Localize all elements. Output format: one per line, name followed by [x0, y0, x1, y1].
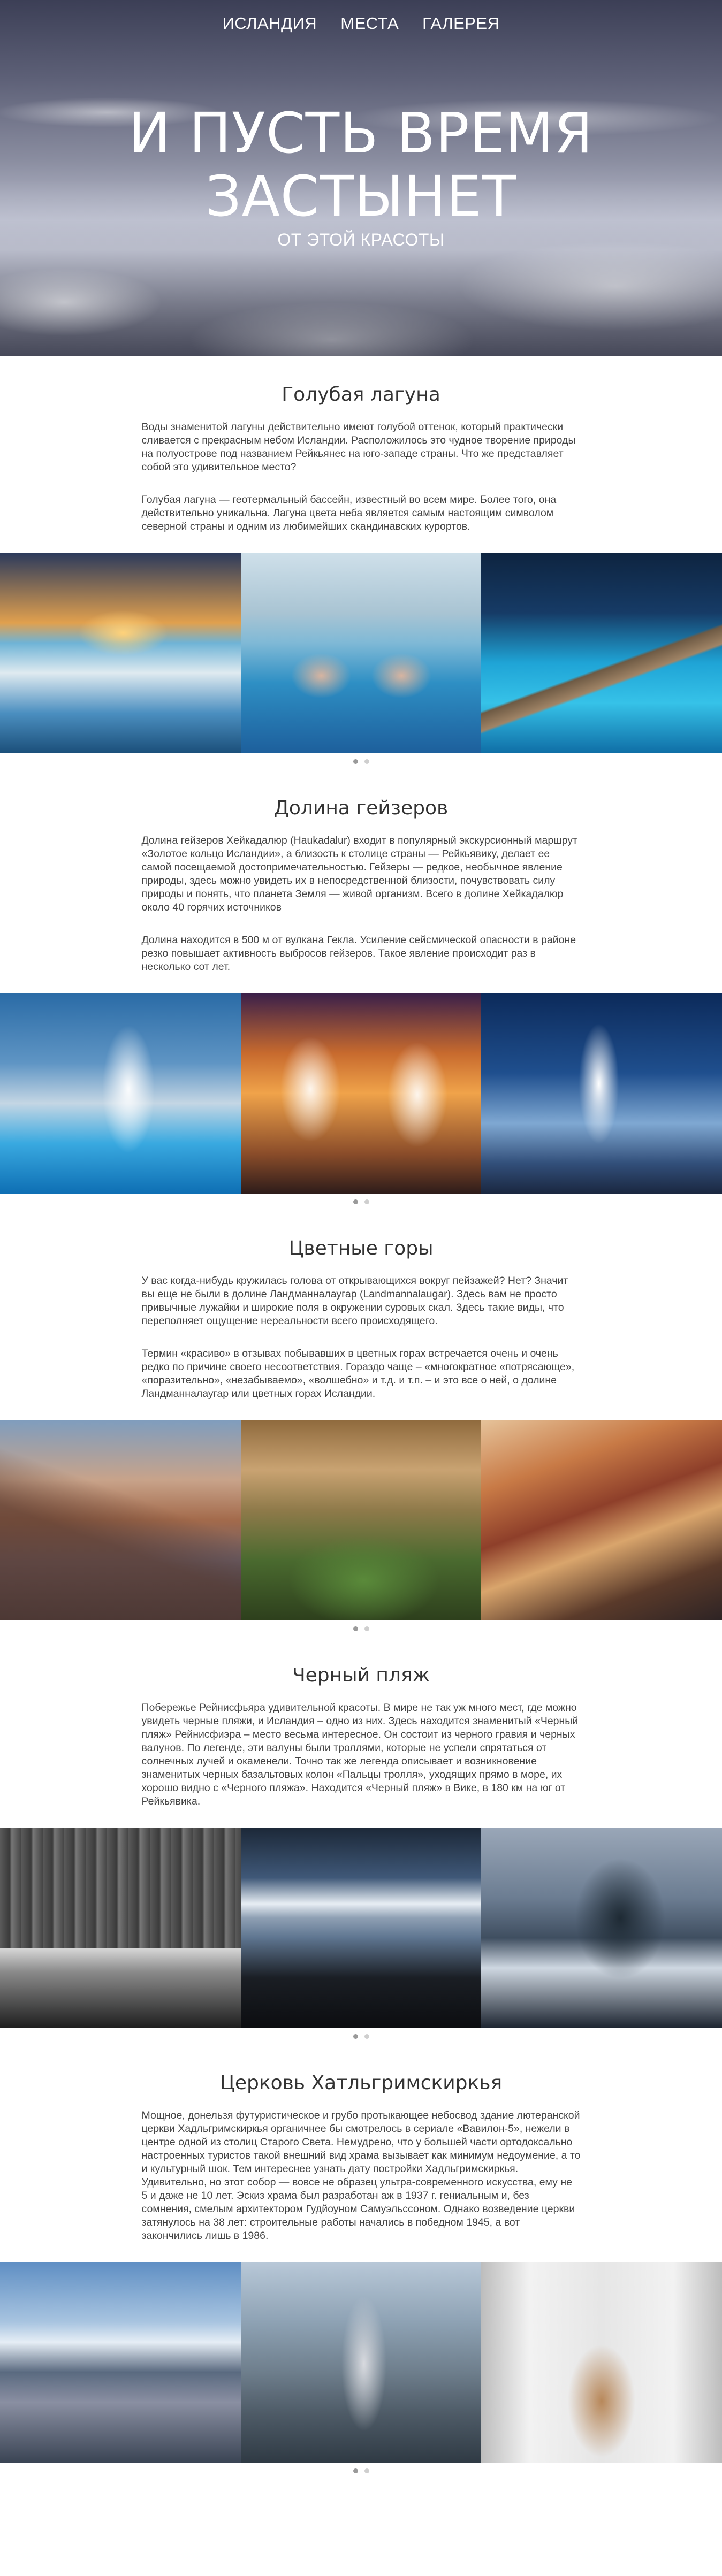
photo-gallery	[0, 993, 722, 1194]
section-geyser-valley: Долина гейзеров Долина гейзеров Хейкадал…	[0, 769, 722, 1210]
gallery-photo[interactable]	[481, 2262, 722, 2463]
pagination-dot[interactable]	[364, 1626, 369, 1631]
gallery-pagination	[0, 2028, 722, 2044]
hero-subtitle: ОТ ЭТОЙ КРАСОТЫ	[277, 230, 445, 249]
section-blue-lagoon: Голубая лагуна Воды знаменитой лагуны де…	[0, 356, 722, 769]
section-paragraph: Термин «красиво» в отзывах побывавших в …	[141, 1348, 575, 1400]
pagination-dot[interactable]	[364, 1199, 369, 1204]
gallery-photo[interactable]	[240, 1420, 482, 1620]
gallery-photo[interactable]	[481, 993, 722, 1194]
gallery-photo[interactable]	[481, 1420, 722, 1620]
gallery-photo[interactable]	[0, 993, 241, 1194]
gallery-photo[interactable]	[481, 553, 722, 753]
section-colored-mountains: Цветные горы У вас когда-нибудь кружилас…	[0, 1210, 722, 1637]
gallery-pagination	[0, 753, 722, 769]
nav-link-gallery[interactable]: ГАЛЕРЕЯ	[422, 14, 499, 33]
gallery-pagination	[0, 2463, 722, 2479]
photo-gallery	[0, 1828, 722, 2028]
gallery-pagination	[0, 1194, 722, 1210]
gallery-photo[interactable]	[240, 993, 482, 1194]
section-paragraph: Долина находится в 500 м от вулкана Гекл…	[141, 934, 576, 973]
section-hallgrimskirkja: Церковь Хатльгримскиркья Мощное, донельз…	[0, 2044, 722, 2479]
gallery-photo[interactable]	[0, 1828, 241, 2028]
nav-link-iceland[interactable]: ИСЛАНДИЯ	[222, 14, 317, 33]
hero-title-line2: ЗАСТЫНЕТ	[205, 164, 517, 229]
pagination-dot[interactable]	[353, 759, 358, 764]
pagination-dot[interactable]	[364, 759, 369, 764]
hero-title: И ПУСТЬ ВРЕМЯ ЗАСТЫНЕТ	[0, 102, 722, 228]
gallery-pagination	[0, 1620, 722, 1637]
section-paragraph: Воды знаменитой лагуны действительно име…	[141, 421, 576, 473]
gallery-photo[interactable]	[240, 2262, 482, 2463]
pagination-dot[interactable]	[353, 1199, 358, 1204]
section-title: Голубая лагуна	[282, 384, 440, 406]
gallery-photo[interactable]	[0, 553, 241, 753]
section-title: Черный пляж	[292, 1664, 430, 1686]
photo-gallery	[0, 2262, 722, 2463]
hero-banner: ИСЛАНДИЯ МЕСТА ГАЛЕРЕЯ И ПУСТЬ ВРЕМЯ ЗАС…	[0, 0, 722, 356]
pagination-dot[interactable]	[353, 2034, 358, 2039]
gallery-photo[interactable]	[240, 1828, 482, 2028]
photo-gallery	[0, 1420, 722, 1620]
pagination-dot[interactable]	[353, 2468, 358, 2473]
hero-title-line1: И ПУСТЬ ВРЕМЯ	[128, 101, 594, 166]
gallery-photo[interactable]	[481, 1828, 722, 2028]
photo-gallery	[0, 553, 722, 753]
section-paragraph: У вас когда-нибудь кружилась голова от о…	[141, 1275, 568, 1327]
section-paragraph: Побережье Рейнисфьяра удивительной красо…	[141, 1702, 579, 1807]
main-nav: ИСЛАНДИЯ МЕСТА ГАЛЕРЕЯ	[0, 14, 722, 33]
section-title: Цветные горы	[288, 1237, 434, 1259]
pagination-dot[interactable]	[353, 1626, 358, 1631]
nav-link-places[interactable]: МЕСТА	[340, 14, 399, 33]
section-paragraph: Голубая лагуна — геотермальный бассейн, …	[141, 494, 557, 532]
gallery-photo[interactable]	[240, 553, 482, 753]
pagination-dot[interactable]	[364, 2034, 369, 2039]
gallery-photo[interactable]	[0, 2262, 241, 2463]
section-black-beach: Черный пляж Побережье Рейнисфьяра удивит…	[0, 1637, 722, 2044]
section-title: Долина гейзеров	[273, 797, 449, 819]
gallery-photo[interactable]	[0, 1420, 241, 1620]
section-paragraph: Мощное, донельзя футуристическое и грубо…	[141, 2109, 581, 2242]
section-paragraph: Долина гейзеров Хейкадалюр (Haukadalur) …	[141, 835, 578, 913]
pagination-dot[interactable]	[364, 2468, 369, 2473]
section-title: Церковь Хатльгримскиркья	[219, 2072, 503, 2094]
